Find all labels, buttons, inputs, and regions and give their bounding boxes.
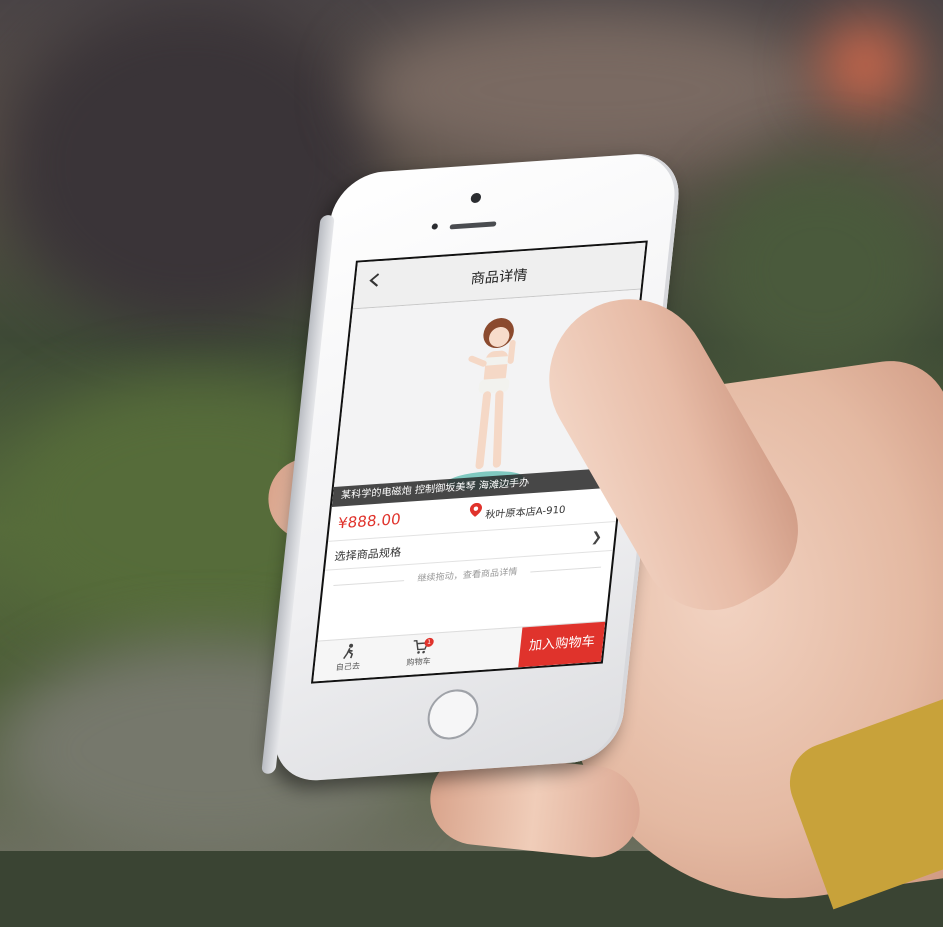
cart-badge: 1: [424, 637, 435, 648]
home-button[interactable]: [425, 687, 481, 742]
add-to-cart-button[interactable]: 加入购物车: [518, 621, 606, 668]
bottom-action-bar: 自己去 1 购物车 加入购物车: [313, 620, 606, 682]
spec-label: 选择商品规格: [333, 545, 402, 564]
tab-label: 自己去: [335, 661, 361, 673]
tab-label: 购物车: [405, 656, 432, 668]
front-camera-icon: [470, 192, 482, 204]
page-title: 商品详情: [469, 267, 529, 288]
walking-person-icon: [343, 643, 354, 659]
figurine-image: [446, 318, 524, 490]
tab-cart[interactable]: 1 购物车: [393, 637, 447, 669]
chevron-right-icon: ❯: [590, 529, 603, 546]
earpiece-speaker: [449, 221, 497, 230]
map-pin-icon: [469, 502, 482, 517]
proximity-sensor-icon: [431, 223, 439, 230]
price: ¥888.00: [337, 510, 402, 533]
tab-self-pickup[interactable]: 自己去: [322, 642, 376, 674]
shop-location[interactable]: 秋叶原本店A-910: [485, 501, 567, 522]
